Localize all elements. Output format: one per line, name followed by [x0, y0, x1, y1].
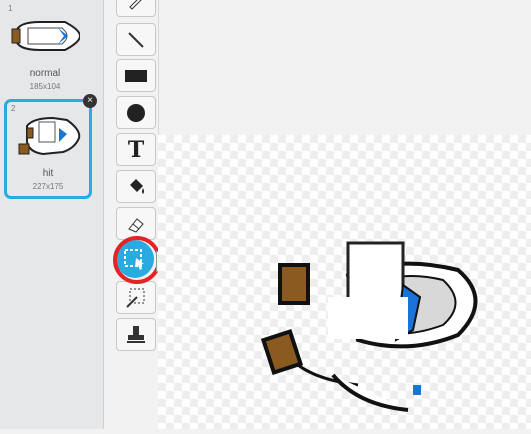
- ellipse-icon: [127, 103, 145, 122]
- costume-item-hit[interactable]: 2 × hit 227x175: [4, 94, 97, 199]
- text-icon: T: [127, 136, 145, 163]
- costume-thumbnail: [11, 21, 80, 51]
- costume-item-normal[interactable]: 1 normal 185x104: [4, 2, 86, 94]
- line-icon: [128, 31, 144, 48]
- line-tool-button[interactable]: [116, 23, 156, 56]
- stamp-tool-button[interactable]: [116, 318, 156, 351]
- costume-name: hit: [42, 168, 54, 179]
- boat-pieces: [260, 241, 478, 412]
- eraser-icon: [128, 217, 144, 233]
- paint-toolbar: T: [104, 0, 159, 429]
- text-tool-button[interactable]: T: [116, 133, 156, 166]
- costume-size: 227x175: [32, 182, 64, 191]
- magic-select-icon: [126, 288, 145, 308]
- costume-list: 1 normal 185x104 2 × hit 227x175: [0, 0, 104, 429]
- costume-size: 185x104: [29, 82, 61, 91]
- rectangle-tool-button[interactable]: [116, 59, 156, 92]
- costume-thumbnail: [18, 116, 81, 156]
- brush-icon: [129, 0, 142, 10]
- magic-select-tool-button[interactable]: [116, 281, 156, 314]
- rectangle-icon: [125, 69, 147, 82]
- ellipse-tool-button[interactable]: [116, 96, 156, 129]
- fill-icon: [130, 178, 144, 194]
- costume-drawing: [260, 241, 478, 412]
- delete-costume-button[interactable]: ×: [83, 94, 97, 108]
- fill-tool-button[interactable]: [116, 170, 156, 203]
- paint-canvas[interactable]: [158, 135, 531, 429]
- costume-name: normal: [29, 68, 61, 79]
- brush-tool-button[interactable]: [116, 0, 156, 17]
- tool-highlight-ring: [113, 236, 161, 284]
- stamp-icon: [127, 325, 145, 343]
